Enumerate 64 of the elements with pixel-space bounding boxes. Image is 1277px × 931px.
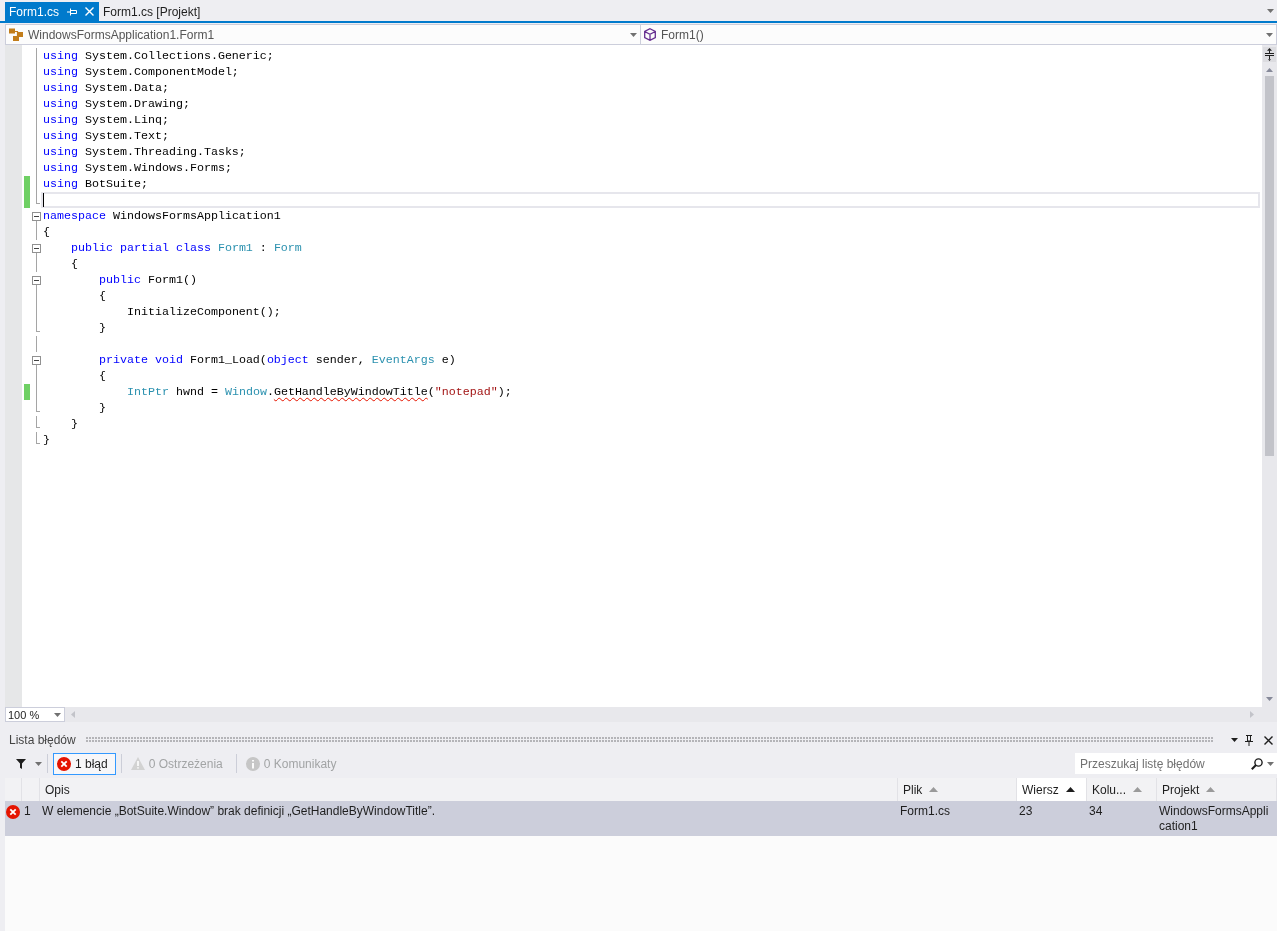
caret-icon[interactable]: [1231, 738, 1238, 742]
error-row[interactable]: 1 W elemencie „BotSuite.Window” brak definicji „GetHandleByWindowTitle”. Form1.cs 23 34 WindowsFormsApplication1: [5, 801, 1277, 836]
sort-arrow-icon: [1206, 787, 1216, 792]
code-line: }: [98, 400, 106, 416]
code-line: public partial class Form1 : Form: [71, 240, 302, 256]
code-line: private void Form1_Load(object sender, EventArgs e): [98, 352, 456, 368]
document-tab[interactable]: Form1.cs [Projekt]: [99, 2, 206, 21]
search-field[interactable]: Przeszukaj listę błędów: [1075, 753, 1277, 774]
code-line: InitializeComponent();: [126, 304, 281, 320]
table-cell-text: 34: [1088, 803, 1104, 820]
code-line: namespace WindowsFormsApplication1: [43, 208, 281, 224]
code-line: using System.Windows.Forms;: [43, 160, 232, 176]
code-line: IntPtr hwnd = Window.GetHandleByWindowTitle("notepad");: [126, 384, 512, 400]
connected-boxes-icon: [9, 28, 23, 41]
sort-arrow-icon: [1065, 787, 1075, 792]
code-line: public Form1(): [98, 272, 197, 288]
code-line: {: [43, 224, 50, 240]
collapse-icon[interactable]: [32, 356, 41, 365]
title-grip[interactable]: [85, 737, 1214, 743]
cube-icon: [644, 28, 656, 41]
code-line: }: [43, 432, 50, 448]
info-icon: [245, 756, 260, 771]
collapse-icon[interactable]: [32, 276, 41, 285]
search-icon[interactable]: [1251, 757, 1263, 770]
zoom-dropdown[interactable]: 100 %: [5, 707, 65, 722]
close-icon[interactable]: [1264, 735, 1273, 745]
code-line: {: [98, 288, 106, 304]
code-line: using System.Drawing;: [43, 96, 190, 112]
panel-title: Lista błędów: [9, 733, 76, 747]
code-line: using System.Threading.Tasks;: [43, 144, 246, 160]
error-icon: [57, 756, 71, 771]
scrollbar-thumb[interactable]: [1265, 76, 1274, 456]
error-icon: [6, 805, 20, 819]
table-cell-text: Form1.cs: [899, 803, 951, 820]
code-line: }: [98, 320, 106, 336]
member-dropdown[interactable]: Form1(): [641, 24, 1277, 45]
warning-icon: [130, 757, 145, 770]
sort-arrow-icon: [1133, 787, 1143, 792]
collapse-icon[interactable]: [32, 244, 41, 253]
code-line: using System.Collections.Generic;: [43, 48, 274, 64]
code-line: using System.Text;: [43, 128, 169, 144]
table-cell-text: WindowsFormsApplication1: [1158, 803, 1270, 835]
pin-icon[interactable]: [1245, 734, 1253, 746]
column-header[interactable]: Wiersz: [1017, 778, 1087, 801]
code-line: {: [71, 256, 78, 272]
filter-icon[interactable]: [16, 758, 26, 769]
sort-arrow-icon: [929, 787, 939, 792]
table-cell-text: W elemencie „BotSuite.Window” brak definicji „GetHandleByWindowTitle”.: [41, 803, 437, 820]
resize-arrows-icon[interactable]: [1263, 47, 1276, 62]
table-cell-text: 23: [1018, 803, 1034, 820]
code-line: using System.Data;: [43, 80, 169, 96]
code-line: using System.Linq;: [43, 112, 169, 128]
vertical-scrollbar[interactable]: [1262, 45, 1277, 707]
collapse-icon[interactable]: [32, 212, 41, 221]
errors-filter-button[interactable]: 1 błąd: [53, 752, 116, 775]
down-arrow-icon[interactable]: [1266, 697, 1273, 701]
type-dropdown[interactable]: WindowsFormsApplication1.Form1: [5, 24, 641, 45]
code-line: using System.ComponentModel;: [43, 64, 239, 80]
up-arrow-icon[interactable]: [1266, 68, 1273, 72]
code-line: {: [98, 368, 106, 384]
code-line: using BotSuite;: [43, 176, 148, 192]
table-cell-text: 1: [23, 803, 32, 820]
code-line: }: [71, 416, 78, 432]
text-cursor-icon: [43, 193, 44, 207]
